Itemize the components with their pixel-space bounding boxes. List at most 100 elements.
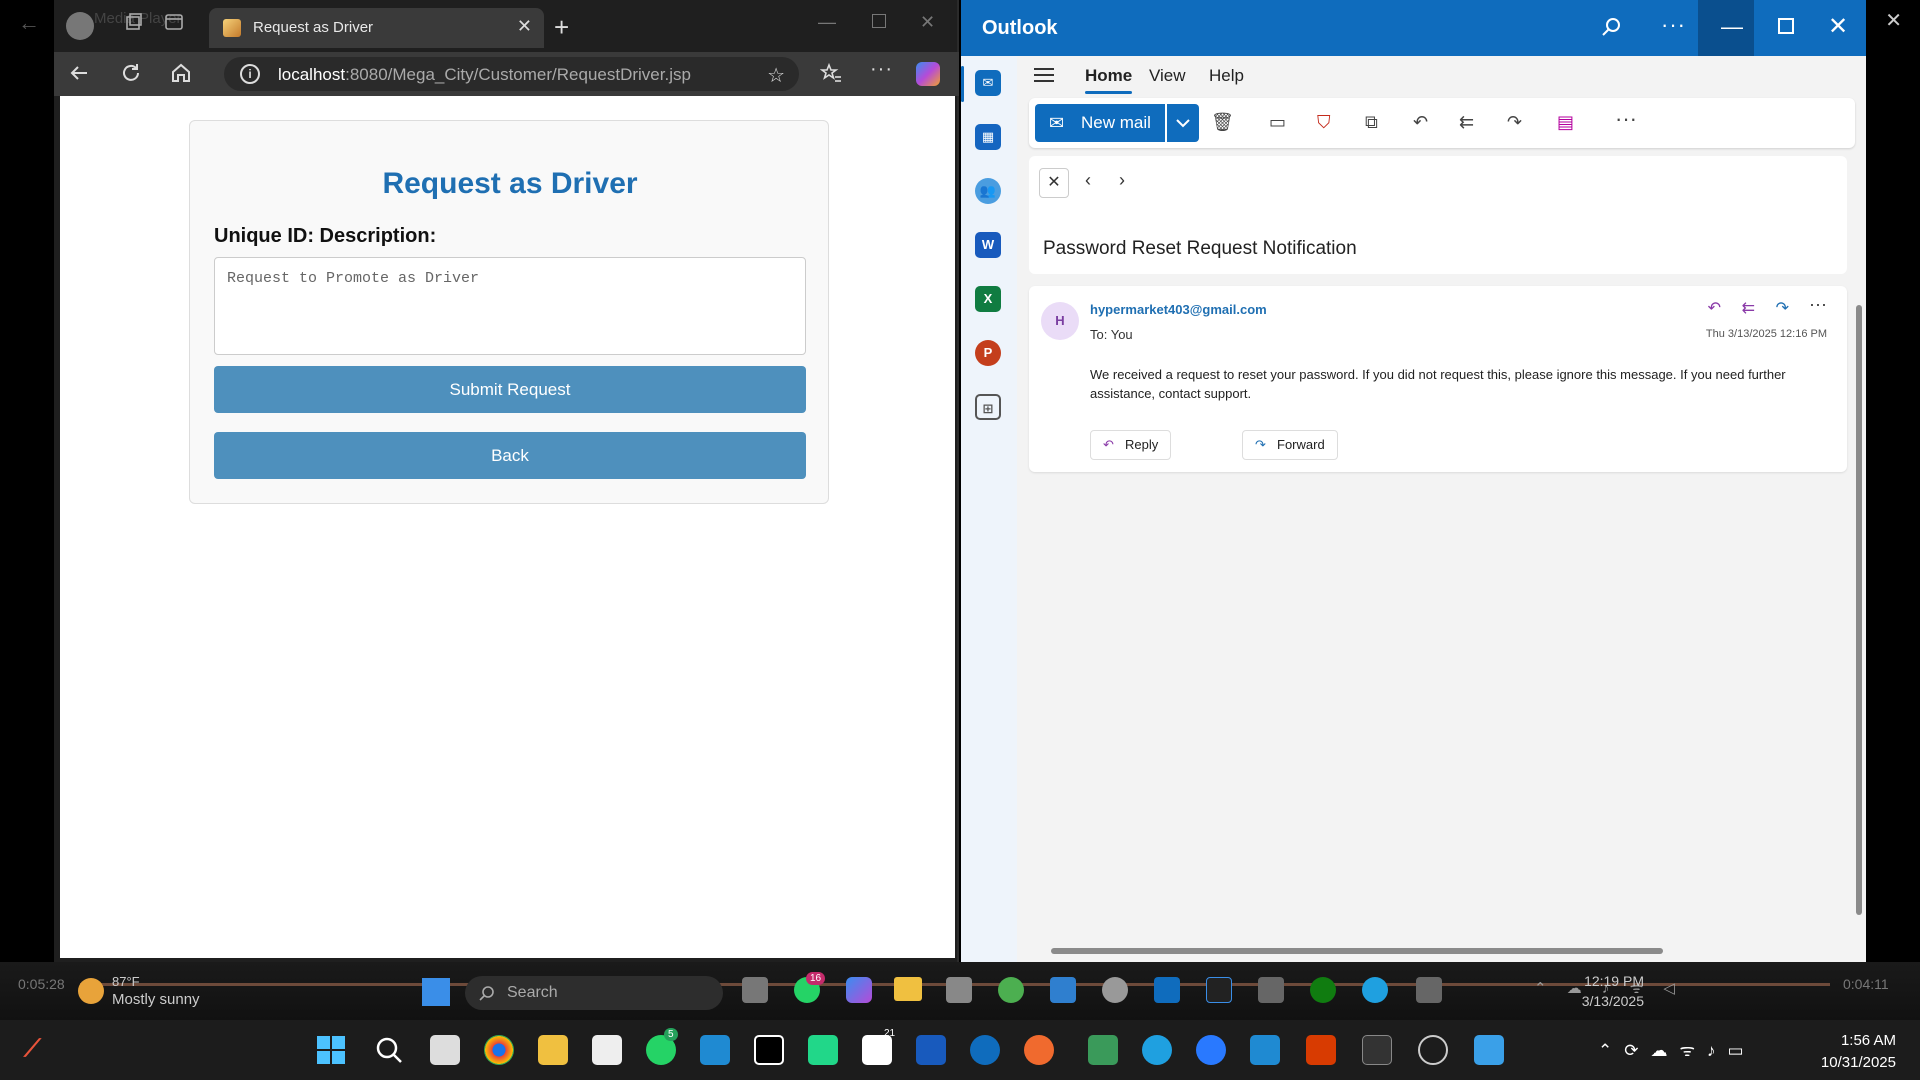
mail-icon[interactable]: ✉ xyxy=(975,70,1001,96)
message-more-icon[interactable]: ··· xyxy=(1809,294,1827,315)
reply-icon[interactable]: ↶ xyxy=(1413,112,1428,133)
archive-icon[interactable]: ▭ xyxy=(1269,112,1286,133)
tab-request-as-driver[interactable]: Request as Driver ✕ xyxy=(209,8,544,48)
file-explorer-icon[interactable] xyxy=(538,1035,568,1065)
word-taskbar-icon[interactable] xyxy=(916,1035,946,1065)
reply-button[interactable]: ↶ Reply xyxy=(1090,430,1172,460)
back-arrow-icon[interactable] xyxy=(68,62,90,84)
system-tray-icons[interactable]: ⌃⟳☁ᯤ♪▭ xyxy=(1598,1038,1756,1061)
task-view-icon[interactable] xyxy=(430,1035,460,1065)
move-icon[interactable]: ⧉ xyxy=(1365,112,1378,133)
browser-maximize-icon[interactable] xyxy=(872,14,886,28)
submit-request-button[interactable]: Submit Request xyxy=(214,366,806,413)
notes-icon[interactable] xyxy=(862,1035,892,1065)
next-message-icon[interactable]: › xyxy=(1119,170,1125,191)
media-player-icon[interactable] xyxy=(1418,1035,1448,1065)
edge-icon[interactable] xyxy=(1142,1035,1172,1065)
notepad-icon[interactable] xyxy=(1250,1035,1280,1065)
site-info-icon[interactable]: i xyxy=(240,64,260,84)
network-tool-icon[interactable] xyxy=(1088,1035,1118,1065)
description-textarea[interactable] xyxy=(214,257,806,355)
chrome-icon[interactable] xyxy=(484,1035,514,1065)
report-icon[interactable]: ⛉ xyxy=(1317,112,1331,133)
outlook-maximize-icon[interactable] xyxy=(1778,18,1794,34)
ribbon-more-icon[interactable]: ··· xyxy=(1615,106,1637,132)
inner-edge-icon[interactable] xyxy=(1362,977,1388,1003)
previous-message-icon[interactable]: ‹ xyxy=(1085,170,1091,191)
profile-avatar[interactable] xyxy=(66,12,94,40)
sender-avatar[interactable]: H xyxy=(1041,302,1079,340)
more-apps-icon[interactable]: ⊞ xyxy=(975,394,1001,420)
new-mail-button[interactable]: ✉ New mail xyxy=(1035,104,1165,142)
outlook-minimize-icon[interactable]: — xyxy=(1721,14,1743,40)
inner-chrome-icon[interactable] xyxy=(998,977,1024,1003)
delete-icon[interactable]: 🗑 xyxy=(1211,112,1234,133)
tab-help[interactable]: Help xyxy=(1209,66,1244,86)
word-icon[interactable]: W xyxy=(975,232,1001,258)
inner-xbox-icon[interactable] xyxy=(1310,977,1336,1003)
media-player-close-icon[interactable]: ✕ xyxy=(1885,8,1902,33)
start-icon[interactable] xyxy=(316,1035,346,1065)
back-button[interactable]: Back xyxy=(214,432,806,479)
home-icon[interactable] xyxy=(170,62,192,84)
sweep-icon[interactable]: ▤ xyxy=(1557,112,1574,133)
winrar-icon[interactable] xyxy=(1306,1035,1336,1065)
favorites-icon[interactable] xyxy=(820,62,842,84)
people-icon[interactable]: 👥 xyxy=(975,178,1001,204)
new-tab-button[interactable]: + xyxy=(554,12,569,43)
paint-icon[interactable] xyxy=(1474,1035,1504,1065)
inner-search-box[interactable]: Search xyxy=(465,976,723,1010)
hamburger-menu-icon[interactable] xyxy=(1033,66,1055,84)
vscode-icon[interactable] xyxy=(700,1035,730,1065)
message-forward-icon[interactable]: ↷ xyxy=(1776,298,1789,318)
tab-actions-icon[interactable] xyxy=(164,12,194,42)
horizontal-scrollbar[interactable] xyxy=(1051,948,1663,954)
search-icon[interactable] xyxy=(374,1035,404,1065)
inner-taskview-icon[interactable] xyxy=(742,977,768,1003)
calendar-icon[interactable]: ▦ xyxy=(975,124,1001,150)
message-reply-all-icon[interactable]: ⇇ xyxy=(1742,298,1755,318)
inner-copilot-icon[interactable] xyxy=(846,977,872,1003)
inner-store-icon[interactable] xyxy=(946,977,972,1003)
new-mail-dropdown[interactable] xyxy=(1167,104,1199,142)
tab-view[interactable]: View xyxy=(1149,66,1186,86)
inner-explorer-icon[interactable] xyxy=(894,977,922,1001)
titlebar-more-icon[interactable]: ··· xyxy=(1661,12,1686,38)
inner-app-icon[interactable] xyxy=(1258,977,1284,1003)
browser-minimize-icon[interactable]: — xyxy=(818,12,836,33)
workspaces-icon[interactable] xyxy=(124,12,154,42)
inner-start-icon[interactable] xyxy=(422,978,450,1006)
message-reply-icon[interactable]: ↶ xyxy=(1708,298,1721,318)
intellij-icon[interactable] xyxy=(754,1035,784,1065)
tab-home[interactable]: Home xyxy=(1085,66,1133,94)
copilot-icon[interactable] xyxy=(916,62,940,86)
sender-email[interactable]: hypermarket403@gmail.com xyxy=(1090,302,1267,317)
close-message-icon[interactable]: ✕ xyxy=(1039,168,1069,198)
app-store-icon[interactable] xyxy=(1196,1035,1226,1065)
powerpoint-icon[interactable]: P xyxy=(975,340,1001,366)
inner-intellij-icon[interactable] xyxy=(1206,977,1232,1003)
pen-tool-icon[interactable] xyxy=(1024,1035,1054,1065)
app-logo-icon[interactable]: ⟋ xyxy=(24,1035,54,1065)
more-options-icon[interactable]: ··· xyxy=(870,58,893,81)
tab-close-icon[interactable]: ✕ xyxy=(517,16,532,37)
refresh-icon[interactable] xyxy=(120,62,142,84)
vertical-scrollbar[interactable] xyxy=(1856,305,1862,915)
weather-icon[interactable] xyxy=(78,978,104,1004)
address-bar[interactable]: i localhost:8080/Mega_City/Customer/Requ… xyxy=(224,57,799,91)
inner-whatsapp2-icon[interactable] xyxy=(1102,977,1128,1003)
browser-close-icon[interactable]: ✕ xyxy=(920,12,935,33)
media-player-back-icon[interactable]: ← xyxy=(18,10,40,36)
search-icon[interactable] xyxy=(1601,16,1623,38)
outlook-close-icon[interactable]: ✕ xyxy=(1828,12,1848,41)
outlook-taskbar-icon[interactable] xyxy=(970,1035,1000,1065)
terminal-icon[interactable] xyxy=(1362,1035,1392,1065)
forward-icon[interactable]: ↷ xyxy=(1507,112,1522,133)
reply-all-icon[interactable]: ⇇ xyxy=(1459,112,1474,133)
store-icon[interactable] xyxy=(592,1035,622,1065)
inner-vscode-icon[interactable] xyxy=(1050,977,1076,1003)
excel-icon[interactable]: X xyxy=(975,286,1001,312)
pycharm-icon[interactable] xyxy=(808,1035,838,1065)
favorite-star-icon[interactable]: ☆ xyxy=(767,63,785,88)
inner-calculator-icon[interactable] xyxy=(1416,977,1442,1003)
